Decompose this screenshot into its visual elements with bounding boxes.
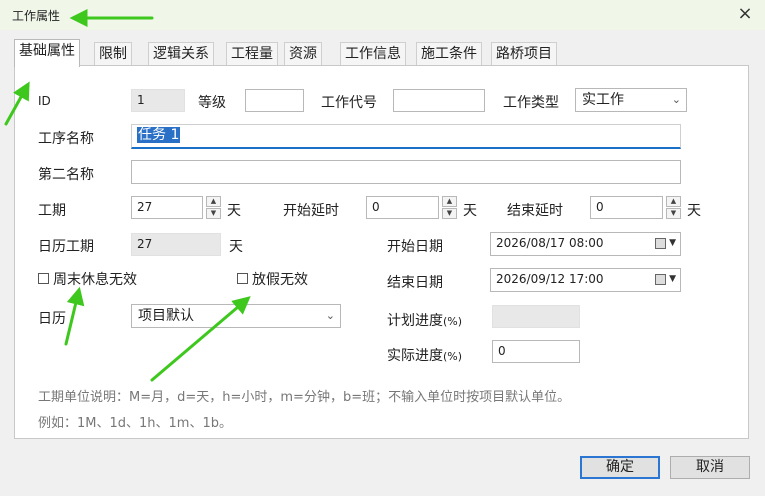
spin-down-icon[interactable]: ▼: [442, 208, 457, 219]
chevron-down-icon: ⌄: [325, 309, 335, 322]
spin-down-icon[interactable]: ▼: [206, 208, 221, 219]
start-delay-input[interactable]: 0: [366, 196, 439, 219]
caret-down-icon[interactable]: ▼: [669, 233, 676, 254]
title-bar: 工作属性 ×: [0, 0, 765, 30]
tab-road-bridge-items[interactable]: 路桥项目: [491, 42, 557, 65]
end-delay-unit: 天: [687, 203, 701, 219]
holiday-invalid-checkbox[interactable]: [237, 273, 248, 284]
start-delay-unit: 天: [463, 203, 477, 219]
id-field: 1: [131, 89, 185, 112]
planned-progress-text: 计划进度: [387, 313, 443, 329]
id-label: ID: [38, 94, 51, 108]
end-date-value: 2026/09/12 17:00: [496, 272, 604, 286]
end-date-label: 结束日期: [387, 275, 443, 291]
work-type-select[interactable]: 实工作 ⌄: [575, 88, 687, 112]
weekend-rest-invalid-checkbox[interactable]: [38, 273, 49, 284]
work-code-label: 工作代号: [321, 95, 377, 111]
duration-label: 工期: [38, 203, 66, 219]
tab-basic-properties[interactable]: 基础属性: [14, 39, 80, 67]
actual-progress-text: 实际进度: [387, 348, 443, 364]
task-name-value: 任务 1: [137, 127, 181, 143]
duration-unit: 天: [227, 203, 241, 219]
end-delay-input[interactable]: 0: [590, 196, 663, 219]
ok-button[interactable]: 确定: [580, 456, 660, 479]
tab-work-info[interactable]: 工作信息: [340, 42, 406, 65]
work-type-label: 工作类型: [503, 95, 559, 111]
duration-unit-note: 工期单位说明：M=月，d=天，h=小时，m=分钟，b=班；不输入单位时按项目默认…: [38, 390, 571, 405]
task-name-input[interactable]: 任务 1: [131, 124, 681, 149]
tab-constraints[interactable]: 限制: [94, 42, 132, 65]
task-name-label: 工序名称: [38, 131, 94, 147]
calendar-duration-unit: 天: [229, 239, 243, 255]
end-delay-label: 结束延时: [507, 203, 563, 219]
tab-construction-conditions[interactable]: 施工条件: [416, 42, 482, 65]
planned-progress-label: 计划进度(%): [387, 310, 462, 330]
tab-resources[interactable]: 资源: [284, 42, 322, 65]
duration-stepper[interactable]: ▲ ▼: [206, 196, 222, 219]
start-date-label: 开始日期: [387, 239, 443, 255]
duration-example-note: 例如：1M、1d、1h、1m、1b。: [38, 416, 232, 431]
cancel-button[interactable]: 取消: [670, 456, 750, 479]
weekend-rest-invalid-label: 周末休息无效: [53, 272, 137, 288]
spin-up-icon[interactable]: ▲: [666, 196, 681, 207]
holiday-invalid-label: 放假无效: [252, 272, 308, 288]
start-delay-label: 开始延时: [283, 203, 339, 219]
calendar-value: 项目默认: [138, 308, 194, 324]
end-date-picker[interactable]: 2026/09/12 17:00 ▼: [490, 268, 681, 292]
work-code-input[interactable]: [393, 89, 485, 112]
second-name-label: 第二名称: [38, 167, 94, 183]
window-title: 工作属性: [12, 9, 61, 23]
actual-progress-suffix: (%): [443, 350, 463, 363]
spin-down-icon[interactable]: ▼: [666, 208, 681, 219]
start-date-picker[interactable]: 2026/08/17 08:00 ▼: [490, 232, 681, 256]
calendar-select[interactable]: 项目默认 ⌄: [131, 304, 341, 328]
actual-progress-input[interactable]: 0: [492, 340, 580, 363]
chevron-down-icon: ⌄: [671, 93, 681, 106]
planned-progress-field: [492, 305, 580, 328]
planned-progress-suffix: (%): [443, 315, 463, 328]
actual-progress-label: 实际进度(%): [387, 345, 462, 365]
spin-up-icon[interactable]: ▲: [442, 196, 457, 207]
spin-up-icon[interactable]: ▲: [206, 196, 221, 207]
caret-down-icon[interactable]: ▼: [669, 269, 676, 290]
duration-input[interactable]: 27: [131, 196, 203, 219]
second-name-input[interactable]: [131, 160, 681, 184]
end-delay-stepper[interactable]: ▲ ▼: [666, 196, 682, 219]
tab-quantities[interactable]: 工程量: [226, 42, 278, 65]
calendar-icon[interactable]: [655, 238, 666, 249]
start-delay-stepper[interactable]: ▲ ▼: [442, 196, 458, 219]
calendar-icon[interactable]: [655, 274, 666, 285]
work-type-value: 实工作: [582, 92, 624, 108]
calendar-duration-label: 日历工期: [38, 239, 94, 255]
calendar-duration-field: 27: [131, 233, 221, 256]
start-date-value: 2026/08/17 08:00: [496, 236, 604, 250]
calendar-label: 日历: [38, 311, 66, 327]
tab-logic-relations[interactable]: 逻辑关系: [148, 42, 214, 65]
grade-label: 等级: [198, 95, 226, 111]
grade-input[interactable]: [245, 89, 304, 112]
close-icon[interactable]: ×: [733, 3, 757, 25]
